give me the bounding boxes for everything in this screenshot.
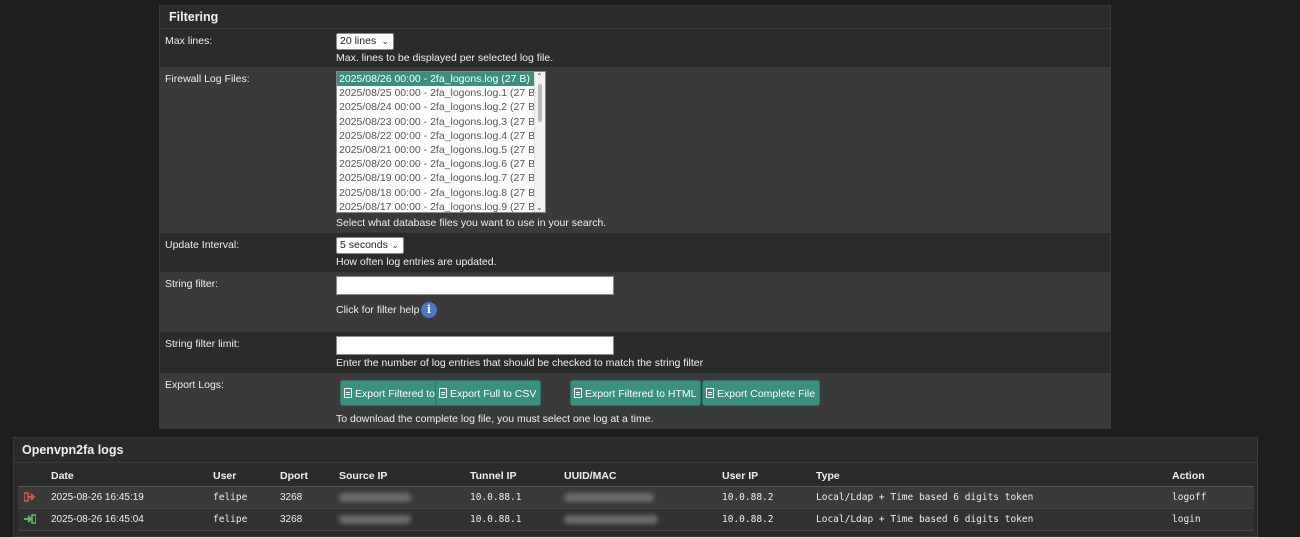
string-filter-limit-help: Enter the number of log entries that sho… <box>336 357 704 369</box>
log-action: logoff <box>1172 486 1254 509</box>
redacted-value <box>564 514 658 524</box>
column-header-dport[interactable]: Dport <box>280 466 339 487</box>
table-row: 2025-08-26 16:45:04 felipe 3268 10.0.88.… <box>18 508 1254 531</box>
filter-help-link[interactable]: Click for filter help <box>336 304 419 316</box>
chevron-down-icon: ⌄ <box>381 36 389 46</box>
scrollbar-thumb[interactable] <box>538 84 542 122</box>
max-lines-select[interactable]: 20 lines ⌄ <box>336 33 394 50</box>
log-tunnel-ip: 10.0.88.1 <box>470 508 564 531</box>
log-date: 2025-08-26 16:45:19 <box>51 486 213 509</box>
redacted-value <box>339 492 411 502</box>
log-user: felipe <box>213 508 280 531</box>
redacted-value <box>339 514 411 524</box>
column-header-type[interactable]: Type <box>816 466 1172 487</box>
file-icon <box>574 388 582 398</box>
log-user-ip: 10.0.88.2 <box>722 508 816 531</box>
export-complete-file-button[interactable]: Export Complete File <box>702 380 821 406</box>
max-lines-help: Max. lines to be displayed per selected … <box>336 52 554 64</box>
column-header-source-ip[interactable]: Source IP <box>339 466 470 487</box>
string-filter-limit-row: String filter limit: Enter the number of… <box>160 332 1110 373</box>
scroll-up-icon[interactable]: ⌃ <box>536 72 543 81</box>
scroll-down-icon[interactable]: ⌄ <box>536 203 543 212</box>
export-filtered-html-button[interactable]: Export Filtered to HTML <box>570 380 702 406</box>
logs-title: Openvpn2fa logs <box>14 438 1257 463</box>
log-file-option[interactable]: 2025/08/26 00:00 - 2fa_logons.log (27 B) <box>337 72 545 87</box>
filtering-panel: Filtering Max lines: 20 lines ⌄ Max. lin… <box>159 5 1111 429</box>
export-logs-help: To download the complete log file, you m… <box>336 413 654 425</box>
log-file-option[interactable]: 2025/08/19 00:00 - 2fa_logons.log.7 (27 … <box>337 171 545 185</box>
log-source-ip <box>339 486 470 509</box>
file-icon <box>439 388 447 398</box>
file-icon <box>344 388 352 398</box>
log-file-option[interactable]: 2025/08/25 00:00 - 2fa_logons.log.1 (27 … <box>337 86 545 100</box>
max-lines-label: Max lines: <box>165 35 213 47</box>
string-filter-label: String filter: <box>165 278 219 290</box>
column-header-date[interactable]: Date <box>51 466 213 487</box>
log-user: felipe <box>213 486 280 509</box>
column-header-action[interactable]: Action <box>1172 466 1254 487</box>
log-file-option[interactable]: 2025/08/17 00:00 - 2fa_logons.log.9 (27 … <box>337 200 545 212</box>
log-user-ip: 10.0.88.2 <box>722 486 816 509</box>
login-icon <box>24 514 36 525</box>
column-header-user-ip[interactable]: User IP <box>722 466 816 487</box>
string-filter-row: String filter: Click for filter help i <box>160 272 1110 332</box>
logs-table: Date User Dport Source IP Tunnel IP UUID… <box>18 466 1254 531</box>
update-interval-select[interactable]: 5 seconds ⌄ <box>336 237 404 254</box>
log-dport: 3268 <box>280 486 339 509</box>
logs-panel: Openvpn2fa logs Date User Dport Source I… <box>13 437 1258 537</box>
column-header-user[interactable]: User <box>213 466 280 487</box>
update-interval-label: Update Interval: <box>165 239 240 251</box>
file-icon <box>706 388 714 398</box>
firewall-log-files-help: Select what database files you want to u… <box>336 217 607 229</box>
info-icon[interactable]: i <box>421 302 437 318</box>
column-header-tunnel-ip[interactable]: Tunnel IP <box>470 466 564 487</box>
log-file-option[interactable]: 2025/08/24 00:00 - 2fa_logons.log.2 (27 … <box>337 100 545 114</box>
log-tunnel-ip: 10.0.88.1 <box>470 486 564 509</box>
update-interval-row: Update Interval: 5 seconds ⌄ How often l… <box>160 233 1110 272</box>
log-file-option[interactable]: 2025/08/20 00:00 - 2fa_logons.log.6 (27 … <box>337 157 545 171</box>
log-dport: 3268 <box>280 508 339 531</box>
log-action: login <box>1172 508 1254 531</box>
chevron-down-icon: ⌄ <box>391 240 399 250</box>
log-uuid-mac <box>564 486 722 509</box>
column-header-uuid-mac[interactable]: UUID/MAC <box>564 466 722 487</box>
filtering-title: Filtering <box>160 6 1110 29</box>
listbox-scrollbar[interactable]: ⌃ ⌄ <box>534 72 545 212</box>
logout-icon <box>24 492 36 503</box>
export-full-csv-button[interactable]: Export Full to CSV <box>435 380 542 406</box>
log-file-option[interactable]: 2025/08/18 00:00 - 2fa_logons.log.8 (27 … <box>337 186 545 200</box>
max-lines-row: Max lines: 20 lines ⌄ Max. lines to be d… <box>160 29 1110 67</box>
string-filter-input[interactable] <box>336 276 614 295</box>
export-logs-label: Export Logs: <box>165 379 224 391</box>
redacted-value <box>564 492 654 502</box>
log-type: Local/Ldap + Time based 6 digits token <box>816 486 1172 509</box>
string-filter-limit-input[interactable] <box>336 336 614 355</box>
log-type: Local/Ldap + Time based 6 digits token <box>816 508 1172 531</box>
export-logs-row: Export Logs: Export Filtered to CSV Expo… <box>160 373 1110 428</box>
log-date: 2025-08-26 16:45:04 <box>51 508 213 531</box>
log-source-ip <box>339 508 470 531</box>
log-file-option[interactable]: 2025/08/23 00:00 - 2fa_logons.log.3 (27 … <box>337 115 545 129</box>
table-row: 2025-08-26 16:45:19 felipe 3268 10.0.88.… <box>18 486 1254 509</box>
firewall-log-files-label: Firewall Log Files: <box>165 73 250 85</box>
table-header: Date User Dport Source IP Tunnel IP UUID… <box>18 466 1254 487</box>
string-filter-limit-label: String filter limit: <box>165 338 240 350</box>
log-file-option[interactable]: 2025/08/21 00:00 - 2fa_logons.log.5 (27 … <box>337 143 545 157</box>
log-file-option[interactable]: 2025/08/22 00:00 - 2fa_logons.log.4 (27 … <box>337 129 545 143</box>
firewall-log-files-listbox[interactable]: 2025/08/26 00:00 - 2fa_logons.log (27 B)… <box>336 71 546 213</box>
log-uuid-mac <box>564 508 722 531</box>
firewall-log-files-row: Firewall Log Files: 2025/08/26 00:00 - 2… <box>160 67 1110 233</box>
update-interval-help: How often log entries are updated. <box>336 256 497 268</box>
